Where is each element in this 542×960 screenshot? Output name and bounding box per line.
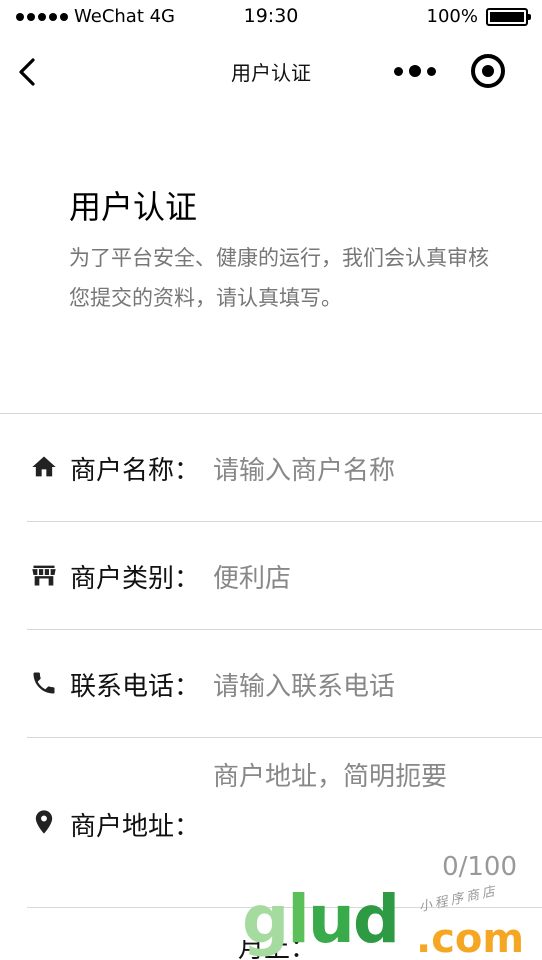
merchant-address-textarea[interactable]: 商户地址，简明扼要 <box>213 756 447 793</box>
contact-phone-input[interactable]: 请输入联系电话 <box>213 666 395 703</box>
merchant-type-row: 商户类别： 便利店 <box>27 522 542 630</box>
intro-heading: 用户认证 <box>69 188 198 226</box>
watermark-suffix: .com <box>416 916 525 960</box>
char-counter: 0/100 <box>442 852 517 882</box>
merchant-type-select[interactable]: 便利店 <box>213 558 291 595</box>
contact-phone-label: 联系电话： <box>70 672 201 702</box>
merchant-name-label: 商户名称： <box>70 456 201 486</box>
location-pin-icon <box>35 810 53 834</box>
battery-icon <box>486 7 531 26</box>
page-title: 用户认证 <box>231 61 311 85</box>
nav-bar: 用户认证 <box>0 34 542 108</box>
watermark-logo: glud .com 小程序商店 <box>242 884 542 960</box>
intro-section: 用户认证 为了平台安全、健康的运行，我们会认真审核您提交的资料，请认真填写。 <box>0 108 542 414</box>
watermark-tagline: 小程序商店 <box>417 883 500 916</box>
store-icon <box>32 565 56 586</box>
target-close-icon[interactable] <box>471 54 505 88</box>
battery-percent: 100% <box>426 6 478 27</box>
merchant-type-label: 商户类别： <box>70 564 201 594</box>
phone-icon <box>33 672 55 694</box>
more-dots-icon[interactable] <box>394 60 436 82</box>
merchant-address-label: 商户地址： <box>70 812 201 842</box>
home-icon <box>32 456 56 477</box>
battery-info: 100% <box>426 6 531 27</box>
intro-description: 为了平台安全、健康的运行，我们会认真审核您提交的资料，请认真填写。 <box>69 246 489 310</box>
contact-phone-row: 联系电话： 请输入联系电话 <box>27 630 542 738</box>
merchant-name-row: 商户名称： 请输入商户名称 <box>27 414 542 522</box>
merchant-name-input[interactable]: 请输入商户名称 <box>213 450 395 487</box>
watermark-brand: glud <box>242 881 400 958</box>
status-bar: WeChat 4G 19:30 100% <box>0 0 542 34</box>
